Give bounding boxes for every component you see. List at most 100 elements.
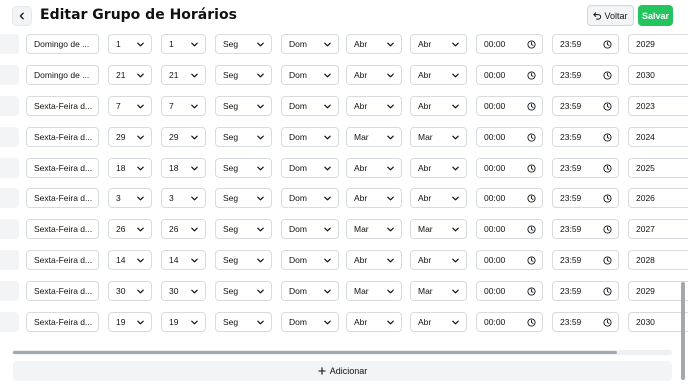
row-handle[interactable]: [0, 219, 19, 239]
month-end-select[interactable]: Abr: [410, 158, 467, 178]
back-button[interactable]: [12, 6, 32, 26]
day-start-select[interactable]: 14: [108, 250, 152, 270]
name-field[interactable]: Sexta-Feira d...: [26, 312, 99, 332]
name-field[interactable]: Sexta-Feira d...: [26, 250, 99, 270]
salvar-button[interactable]: Salvar: [638, 5, 673, 26]
name-field[interactable]: Sexta-Feira d...: [26, 281, 99, 301]
name-field[interactable]: Sexta-Feira d...: [26, 127, 99, 147]
year-field[interactable]: 2030: [628, 312, 688, 332]
time-end-input[interactable]: 23:59: [552, 65, 619, 85]
add-button[interactable]: Adicionar: [13, 361, 672, 381]
year-field[interactable]: 2028: [628, 250, 688, 270]
time-end-input[interactable]: 23:59: [552, 34, 619, 54]
weekday-start-select[interactable]: Seg: [215, 188, 272, 208]
weekday-start-select[interactable]: Seg: [215, 281, 272, 301]
day-start-select[interactable]: 29: [108, 127, 152, 147]
year-field[interactable]: 2030: [628, 65, 688, 85]
month-end-select[interactable]: Mar: [410, 281, 467, 301]
day-start-select[interactable]: 21: [108, 65, 152, 85]
weekday-start-select[interactable]: Seg: [215, 34, 272, 54]
name-field[interactable]: Sexta-Feira d...: [26, 188, 99, 208]
time-start-input[interactable]: 00:00: [476, 65, 543, 85]
year-field[interactable]: 2027: [628, 219, 688, 239]
day-end-select[interactable]: 19: [161, 312, 206, 332]
day-end-select[interactable]: 3: [161, 188, 206, 208]
weekday-end-select[interactable]: Dom: [281, 65, 339, 85]
day-start-select[interactable]: 30: [108, 281, 152, 301]
year-field[interactable]: 2025: [628, 158, 688, 178]
time-end-input[interactable]: 23:59: [552, 281, 619, 301]
weekday-end-select[interactable]: Dom: [281, 219, 339, 239]
month-end-select[interactable]: Mar: [410, 127, 467, 147]
weekday-end-select[interactable]: Dom: [281, 158, 339, 178]
month-start-select[interactable]: Abr: [346, 65, 402, 85]
month-start-select[interactable]: Mar: [346, 127, 402, 147]
year-field[interactable]: 2026: [628, 188, 688, 208]
year-field[interactable]: 2024: [628, 127, 688, 147]
day-end-select[interactable]: 1: [161, 34, 206, 54]
day-end-select[interactable]: 18: [161, 158, 206, 178]
weekday-end-select[interactable]: Dom: [281, 96, 339, 116]
time-end-input[interactable]: 23:59: [552, 219, 619, 239]
month-start-select[interactable]: Mar: [346, 219, 402, 239]
day-start-select[interactable]: 19: [108, 312, 152, 332]
name-field[interactable]: Domingo de ...: [26, 34, 99, 54]
time-start-input[interactable]: 00:00: [476, 188, 543, 208]
month-end-select[interactable]: Abr: [410, 65, 467, 85]
weekday-end-select[interactable]: Dom: [281, 188, 339, 208]
day-end-select[interactable]: 21: [161, 65, 206, 85]
time-start-input[interactable]: 00:00: [476, 312, 543, 332]
weekday-end-select[interactable]: Dom: [281, 127, 339, 147]
year-field[interactable]: 2023: [628, 96, 688, 116]
time-start-input[interactable]: 00:00: [476, 281, 543, 301]
weekday-start-select[interactable]: Seg: [215, 250, 272, 270]
voltar-button[interactable]: Voltar: [587, 5, 634, 26]
day-end-select[interactable]: 30: [161, 281, 206, 301]
month-start-select[interactable]: Abr: [346, 96, 402, 116]
time-end-input[interactable]: 23:59: [552, 158, 619, 178]
time-start-input[interactable]: 00:00: [476, 250, 543, 270]
time-end-input[interactable]: 23:59: [552, 188, 619, 208]
weekday-end-select[interactable]: Dom: [281, 312, 339, 332]
row-handle[interactable]: [0, 158, 19, 178]
weekday-start-select[interactable]: Seg: [215, 65, 272, 85]
day-start-select[interactable]: 7: [108, 96, 152, 116]
horizontal-scrollbar-thumb[interactable]: [13, 351, 617, 354]
month-end-select[interactable]: Abr: [410, 96, 467, 116]
row-handle[interactable]: [0, 312, 19, 332]
day-end-select[interactable]: 26: [161, 219, 206, 239]
weekday-start-select[interactable]: Seg: [215, 158, 272, 178]
weekday-end-select[interactable]: Dom: [281, 281, 339, 301]
day-end-select[interactable]: 14: [161, 250, 206, 270]
time-end-input[interactable]: 23:59: [552, 96, 619, 116]
month-end-select[interactable]: Mar: [410, 219, 467, 239]
time-start-input[interactable]: 00:00: [476, 34, 543, 54]
row-handle[interactable]: [0, 65, 19, 85]
month-start-select[interactable]: Abr: [346, 188, 402, 208]
row-handle[interactable]: [0, 127, 19, 147]
month-end-select[interactable]: Abr: [410, 250, 467, 270]
vertical-scrollbar-thumb[interactable]: [681, 282, 685, 380]
time-start-input[interactable]: 00:00: [476, 127, 543, 147]
day-start-select[interactable]: 1: [108, 34, 152, 54]
day-start-select[interactable]: 18: [108, 158, 152, 178]
month-start-select[interactable]: Abr: [346, 312, 402, 332]
day-end-select[interactable]: 29: [161, 127, 206, 147]
month-start-select[interactable]: Abr: [346, 158, 402, 178]
month-start-select[interactable]: Abr: [346, 250, 402, 270]
time-start-input[interactable]: 00:00: [476, 219, 543, 239]
name-field[interactable]: Domingo de ...: [26, 65, 99, 85]
day-start-select[interactable]: 26: [108, 219, 152, 239]
month-start-select[interactable]: Mar: [346, 281, 402, 301]
name-field[interactable]: Sexta-Feira d...: [26, 219, 99, 239]
weekday-end-select[interactable]: Dom: [281, 250, 339, 270]
month-end-select[interactable]: Abr: [410, 312, 467, 332]
row-handle[interactable]: [0, 96, 19, 116]
time-start-input[interactable]: 00:00: [476, 96, 543, 116]
day-start-select[interactable]: 3: [108, 188, 152, 208]
row-handle[interactable]: [0, 188, 19, 208]
row-handle[interactable]: [0, 34, 19, 54]
month-end-select[interactable]: Abr: [410, 34, 467, 54]
time-end-input[interactable]: 23:59: [552, 312, 619, 332]
row-handle[interactable]: [0, 281, 19, 301]
